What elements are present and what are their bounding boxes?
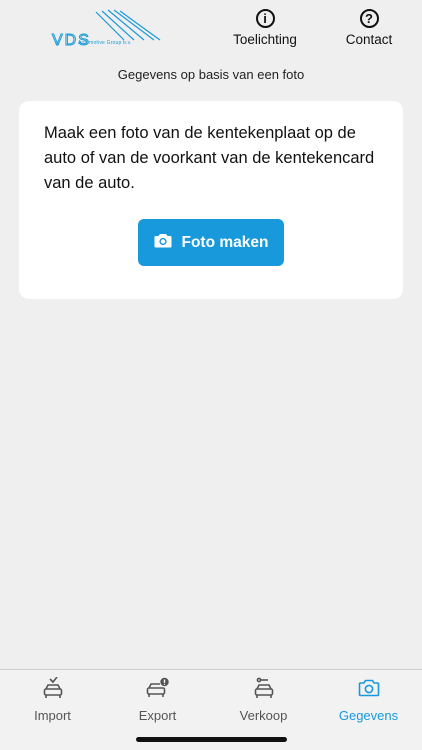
car-sale-icon	[211, 676, 316, 700]
photo-card: Maak een foto van de kentekenplaat op de…	[19, 101, 403, 299]
take-photo-button[interactable]: Foto maken	[138, 219, 284, 266]
app-header: VDS Automotive Group b.v. i Toelichting …	[0, 0, 422, 95]
tab-gegevens[interactable]: Gegevens	[316, 676, 421, 723]
page-subtitle: Gegevens op basis van een foto	[117, 67, 305, 82]
tab-verkoop[interactable]: Verkoop	[211, 676, 316, 723]
question-icon: ?	[359, 9, 379, 28]
help-label: Toelichting	[233, 32, 297, 47]
camera-icon	[154, 233, 172, 253]
tab-export-label: Export	[138, 708, 177, 723]
take-photo-label: Foto maken	[181, 233, 269, 251]
help-button[interactable]: i Toelichting	[220, 9, 310, 47]
car-export-icon	[105, 676, 210, 700]
tab-gegevens-label: Gegevens	[338, 708, 399, 723]
contact-button[interactable]: ? Contact	[324, 9, 414, 47]
info-icon: i	[255, 9, 275, 28]
home-indicator[interactable]	[136, 737, 287, 742]
tab-export[interactable]: Export	[105, 676, 210, 723]
tab-verkoop-label: Verkoop	[239, 708, 288, 723]
logo-subtitle: Automotive Group b.v.	[78, 40, 132, 46]
instruction-text: Maak een foto van de kentekenplaat op de…	[44, 124, 375, 192]
contact-label: Contact	[345, 32, 393, 47]
tab-import-label: Import	[34, 708, 71, 723]
car-import-icon	[0, 676, 105, 700]
tab-import[interactable]: Import	[0, 676, 105, 723]
camera-icon	[316, 676, 421, 700]
